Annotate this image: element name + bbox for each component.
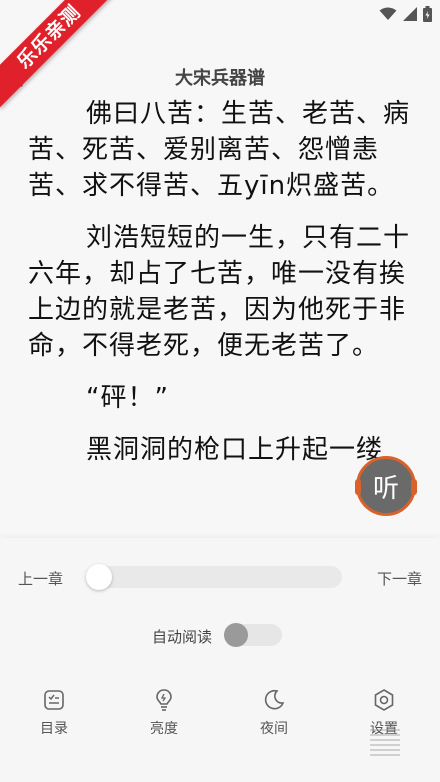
paragraph: 刘浩短短的一生，只有二十六年，却占了七苦，唯一没有挨上边的就是老苦，因为他死于非… <box>28 223 411 361</box>
settings-icon <box>374 689 394 711</box>
tab-table-of-contents[interactable]: 目录 <box>14 688 94 738</box>
tab-night-mode[interactable]: 夜间 <box>234 688 314 738</box>
settings-glitch-overlay <box>370 728 400 756</box>
tab-label: 亮度 <box>150 721 178 737</box>
progress-slider-thumb[interactable] <box>86 564 112 590</box>
chapter-progress-slider[interactable] <box>86 566 342 588</box>
headphone-right-icon <box>411 479 417 495</box>
signal-icon <box>403 7 417 21</box>
book-title: 大宋兵器谱 <box>175 68 265 89</box>
listen-button[interactable]: 听 <box>355 456 417 516</box>
paragraph: 佛曰八苦：生苦、老苦、病苦、死苦、爱别离苦、怨憎恚苦、求不得苦、五yīn炽盛苦。 <box>28 99 411 201</box>
paragraph: “砰！” <box>86 383 169 413</box>
listen-label: 听 <box>372 473 399 504</box>
headphone-left-icon <box>355 479 361 495</box>
tab-label: 夜间 <box>260 721 288 737</box>
auto-read-label: 自动阅读 <box>152 628 213 646</box>
brightness-icon <box>156 689 172 711</box>
status-icons <box>379 6 432 22</box>
auto-read-toggle[interactable] <box>224 623 282 647</box>
next-chapter-button[interactable]: 下一章 <box>377 568 422 589</box>
prev-chapter-button[interactable]: 上一章 <box>18 568 63 589</box>
moon-icon <box>264 689 285 710</box>
toc-icon <box>44 690 64 710</box>
toggle-knob[interactable] <box>224 623 248 647</box>
wifi-icon <box>379 7 397 20</box>
reader-control-panel: 上一章 下一章 自动阅读 目录 亮度 夜间 设置 <box>0 538 440 782</box>
tab-label: 目录 <box>40 721 68 737</box>
tab-brightness[interactable]: 亮度 <box>124 688 204 738</box>
battery-icon <box>423 6 432 22</box>
